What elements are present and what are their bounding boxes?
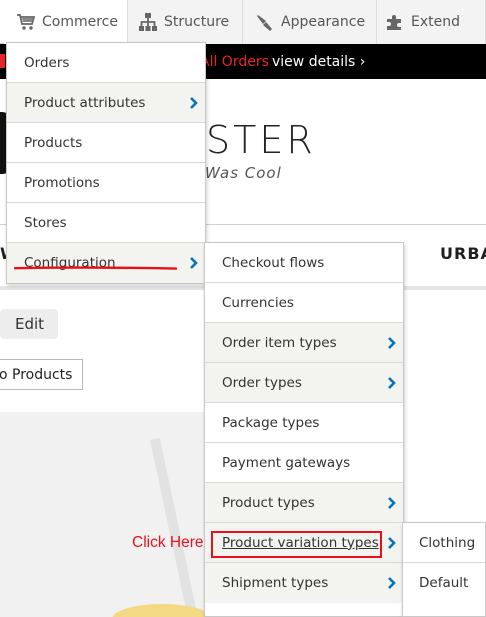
menu-item-order-types[interactable]: Order types	[205, 363, 403, 403]
product-variation-types-menu: Clothing Default	[402, 522, 486, 617]
promo-view-details-link[interactable]: view details ›	[272, 54, 365, 70]
menu-item-package-types[interactable]: Package types	[205, 403, 403, 443]
configuration-menu: Checkout flows Currencies Order item typ…	[204, 242, 404, 617]
menu-item-label: Shipment types	[222, 575, 329, 591]
commerce-menu: Orders Product attributes Products Promo…	[6, 42, 206, 284]
menu-item-product-types[interactable]: Product types	[205, 483, 403, 523]
menu-item-label: Orders	[24, 54, 70, 71]
promo-left-mark	[0, 54, 5, 68]
sitemap-icon	[139, 13, 157, 31]
promo-highlight: All Orders	[200, 53, 269, 70]
menu-item-products[interactable]: Products	[7, 123, 205, 163]
toolbar-structure[interactable]: Structure	[128, 0, 243, 44]
product-image	[0, 412, 210, 617]
chevron-right-icon	[388, 537, 396, 549]
chevron-right-icon	[388, 337, 396, 349]
menu-item-stores[interactable]: Stores	[7, 203, 205, 243]
puzzle-icon	[387, 15, 401, 30]
menu-item-label: Package types	[222, 414, 320, 431]
menu-item-label: Currencies	[222, 294, 294, 311]
chevron-right-icon	[388, 577, 396, 589]
admin-toolbar: Commerce Structure Appearance Extend	[0, 0, 486, 44]
annotation-red-underline	[14, 266, 177, 270]
toolbar-extend-label: Extend	[411, 14, 460, 30]
menu-item-label: Stores	[24, 214, 67, 231]
nav-item-urban[interactable]: URBA	[440, 244, 486, 263]
chevron-right-icon: ›	[359, 53, 366, 70]
toolbar-appearance[interactable]: Appearance	[243, 0, 377, 44]
site-tagline: Was Cool	[205, 164, 282, 182]
menu-item-shipment-types[interactable]: Shipment types	[205, 563, 403, 603]
menu-item-product-attributes[interactable]: Product attributes	[7, 83, 205, 123]
promo-link-label: view details	[272, 53, 356, 70]
menu-item-orders[interactable]: Orders	[7, 43, 205, 83]
chevron-right-icon	[388, 377, 396, 389]
annotation-click-here: Click Here	[132, 534, 204, 551]
menu-item-checkout-flows[interactable]: Checkout flows	[205, 243, 403, 283]
menu-item-label: Checkout flows	[222, 254, 325, 271]
menu-item-label: Promotions	[24, 174, 100, 191]
chevron-right-icon	[388, 497, 396, 509]
back-to-products-button[interactable]: o Products	[0, 359, 83, 390]
menu-item-configuration[interactable]: Configuration	[7, 243, 205, 283]
chevron-right-icon	[190, 97, 198, 109]
toolbar-appearance-label: Appearance	[281, 14, 366, 30]
menu-item-label: Product types	[222, 494, 315, 511]
menu-item-promotions[interactable]: Promotions	[7, 163, 205, 203]
menu-item-clothing[interactable]: Clothing	[403, 523, 485, 563]
menu-item-label: Order item types	[222, 334, 337, 351]
edit-tab[interactable]: Edit	[0, 309, 58, 339]
menu-item-label: Default	[419, 575, 469, 591]
chevron-right-icon	[190, 257, 198, 269]
menu-item-currencies[interactable]: Currencies	[205, 283, 403, 323]
menu-item-default[interactable]: Default	[403, 563, 485, 603]
paint-brush-icon	[257, 15, 272, 31]
toolbar-extend[interactable]: Extend	[377, 0, 486, 44]
menu-item-order-item-types[interactable]: Order item types	[205, 323, 403, 363]
site-logo-text[interactable]: STER	[206, 118, 316, 162]
menu-item-label: Products	[24, 134, 83, 151]
menu-item-label: Product attributes	[24, 94, 146, 111]
toolbar-commerce-label: Commerce	[42, 14, 118, 30]
menu-item-label: Payment gateways	[222, 454, 351, 471]
toolbar-commerce[interactable]: Commerce	[4, 0, 128, 44]
annotation-highlight-box	[211, 531, 382, 558]
cart-icon	[17, 14, 36, 30]
toolbar-structure-label: Structure	[164, 14, 230, 30]
menu-item-payment-gateways[interactable]: Payment gateways	[205, 443, 403, 483]
menu-item-label: Clothing	[419, 534, 476, 551]
menu-item-label: Order types	[222, 374, 302, 391]
